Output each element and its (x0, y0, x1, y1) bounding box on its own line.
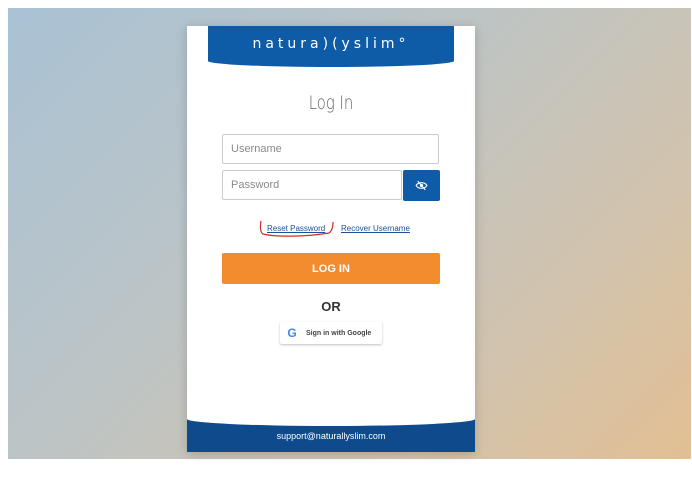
brand-logo: natura)(yslim° (252, 36, 410, 52)
brand-header: natura)(yslim° (208, 26, 454, 67)
google-icon: G (287, 326, 297, 340)
eye-slash-icon (415, 180, 428, 191)
support-email: support@naturallyslim.com (276, 430, 386, 441)
login-card: natura)(yslim° Log In Reset Password Rec… (187, 26, 475, 452)
username-input[interactable] (222, 134, 439, 164)
page-bottom-margin (0, 459, 692, 489)
google-sign-in-button[interactable]: G Sign in with Google (280, 322, 382, 344)
google-sign-in-label: Sign in with Google (306, 329, 372, 337)
footer-curve (187, 412, 475, 426)
password-input[interactable] (222, 170, 402, 200)
handwritten-underline-annotation (259, 220, 334, 237)
page-title: Log In (308, 92, 354, 114)
login-button[interactable]: LOG IN (222, 253, 440, 284)
recover-username-link[interactable]: Recover Username (341, 224, 410, 233)
password-visibility-toggle[interactable] (403, 170, 440, 201)
or-divider: OR (321, 299, 341, 314)
